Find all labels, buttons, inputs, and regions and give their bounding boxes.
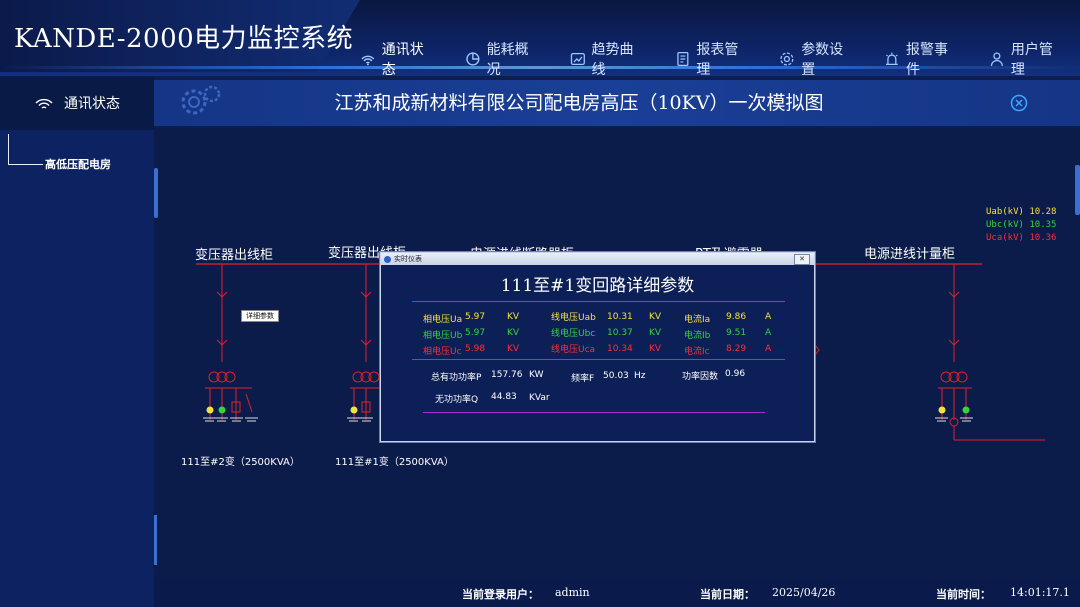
- frequency-value: 50.03: [603, 371, 629, 381]
- readout-value: 10.28: [1029, 207, 1057, 217]
- cabinet-label: 电源进线计量柜: [864, 247, 956, 262]
- date-value: 2025/04/26: [772, 586, 836, 599]
- frequency-label: 频率F: [571, 374, 595, 384]
- active-power-label: 总有功功率P: [431, 373, 482, 383]
- line-voltage-ca-label: 线电压Uca: [551, 345, 596, 355]
- unit: KV: [649, 328, 662, 338]
- line-voltage-ab-label: 线电压Uab: [551, 313, 596, 323]
- active-power-value: 157.76: [491, 370, 523, 380]
- current-a-label: 电流Ia: [684, 315, 711, 325]
- line-voltage-ab-value: 10.31: [607, 312, 633, 322]
- current-b-value: 9.51: [726, 328, 747, 338]
- line-voltage-bc-value: 10.37: [607, 328, 633, 338]
- feeder-label: 111至#2变（2500KVA）: [181, 457, 300, 468]
- readout-value: 10.36: [1029, 233, 1057, 243]
- readout-value: 10.35: [1029, 220, 1057, 230]
- readout-label: Uab(kV): [986, 207, 1024, 217]
- cabinet-label: 变压器出线柜: [195, 248, 274, 263]
- unit: KVar: [529, 393, 550, 403]
- voltage-readout-ubc: Ubc(kV) 10.35: [986, 220, 1056, 230]
- time-label: 当前时间：: [936, 588, 991, 601]
- power-factor-label: 功率因数: [682, 372, 719, 382]
- current-c-label: 电流Ic: [684, 347, 710, 357]
- voltage-readout-uca: Uca(kV) 10.36: [986, 233, 1056, 243]
- current-c-value: 8.29: [726, 344, 747, 354]
- unit: KW: [529, 370, 544, 380]
- unit: KV: [507, 344, 520, 354]
- phase-voltage-a-value: 5.97: [465, 312, 486, 322]
- detail-params-button[interactable]: 详细参数: [241, 310, 279, 322]
- phase-voltage-b-value: 5.97: [465, 328, 486, 338]
- phase-voltage-b-label: 相电压Ub: [423, 331, 463, 341]
- reactive-power-label: 无功功率Q: [435, 395, 479, 405]
- unit: A: [765, 312, 772, 322]
- unit: KV: [507, 312, 520, 322]
- app-icon: [384, 255, 391, 263]
- date-label: 当前日期：: [700, 588, 755, 601]
- unit: A: [765, 344, 772, 354]
- time-value: 14:01:17.1: [1010, 586, 1070, 599]
- divider: [412, 359, 785, 360]
- line-voltage-ca-value: 10.34: [607, 344, 633, 354]
- current-b-label: 电流Ib: [684, 331, 711, 341]
- phase-voltage-c-value: 5.98: [465, 344, 486, 354]
- unit: Hz: [634, 371, 646, 381]
- circuit-detail-dialog: 实时仪表 ✕ 111至#1变回路详细参数 相电压Ua 5.97 KV 线电压Ua…: [380, 252, 815, 442]
- readout-label: Ubc(kV): [986, 220, 1024, 230]
- phase-voltage-a-label: 相电压Ua: [423, 315, 463, 325]
- voltage-readout-uab: Uab(kV) 10.28: [986, 207, 1056, 217]
- login-user-label: 当前登录用户：: [462, 588, 539, 601]
- phase-voltage-c-label: 相电压Uc: [423, 347, 462, 357]
- status-bar: 当前登录用户： admin 当前日期： 2025/04/26 当前时间： 14:…: [154, 578, 1080, 607]
- unit: KV: [649, 344, 662, 354]
- readout-label: Uca(kV): [986, 233, 1024, 243]
- dialog-title: 111至#1变回路详细参数: [500, 276, 695, 296]
- unit: KV: [507, 328, 520, 338]
- dialog-titlebar[interactable]: 实时仪表: [381, 253, 814, 265]
- line-voltage-bc-label: 线电压Ubc: [551, 329, 596, 339]
- login-user-value: admin: [555, 586, 590, 599]
- reactive-power-value: 44.83: [491, 392, 517, 402]
- dialog-window-title: 实时仪表: [394, 255, 422, 263]
- unit: A: [765, 328, 772, 338]
- divider: [423, 412, 765, 413]
- power-factor-value: 0.96: [725, 369, 746, 379]
- feeder-label: 111至#1变（2500KVA）: [335, 457, 454, 468]
- unit: KV: [649, 312, 662, 322]
- current-a-value: 9.86: [726, 312, 747, 322]
- dialog-close-button[interactable]: ✕: [794, 254, 810, 265]
- divider: [412, 301, 785, 302]
